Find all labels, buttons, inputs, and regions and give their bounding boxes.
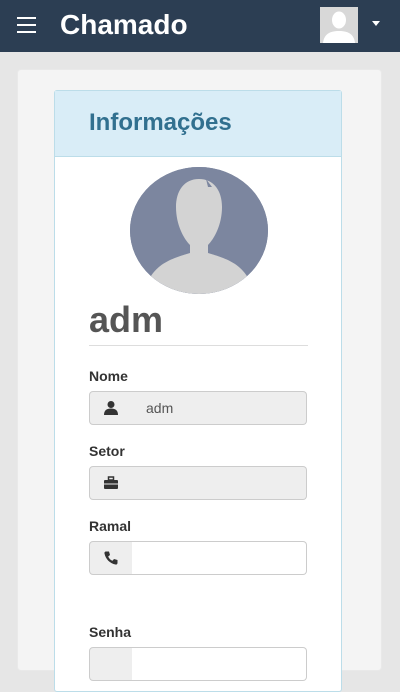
caret-down-icon[interactable] <box>372 21 380 26</box>
panel-header: Informações <box>55 91 341 157</box>
hamburger-icon[interactable] <box>17 17 36 33</box>
nome-label: Nome <box>89 368 128 384</box>
top-navbar: Chamado <box>0 0 400 52</box>
ramal-label: Ramal <box>89 518 132 534</box>
user-icon <box>89 391 133 425</box>
setor-field[interactable] <box>132 466 307 500</box>
senha-field[interactable] <box>132 647 307 681</box>
lock-icon <box>89 647 133 681</box>
app-brand[interactable]: Chamado <box>60 6 188 44</box>
profile-username: adm <box>89 299 164 340</box>
ramal-field[interactable] <box>132 541 307 575</box>
setor-input-group <box>89 466 308 500</box>
info-panel: Informações adm Nome adm Setor Ramal Sen… <box>54 90 342 692</box>
nome-input-group: adm <box>89 391 308 425</box>
ramal-input-group <box>89 541 308 575</box>
divider <box>89 345 308 346</box>
setor-label: Setor <box>89 443 125 459</box>
briefcase-icon <box>89 466 133 500</box>
panel-title: Informações <box>89 109 232 136</box>
user-silhouette-icon <box>130 167 268 294</box>
nome-field[interactable]: adm <box>132 391 307 425</box>
senha-label: Senha <box>89 624 132 640</box>
user-avatar-icon[interactable] <box>320 7 358 43</box>
phone-icon <box>89 541 133 575</box>
senha-input-group <box>89 647 308 681</box>
